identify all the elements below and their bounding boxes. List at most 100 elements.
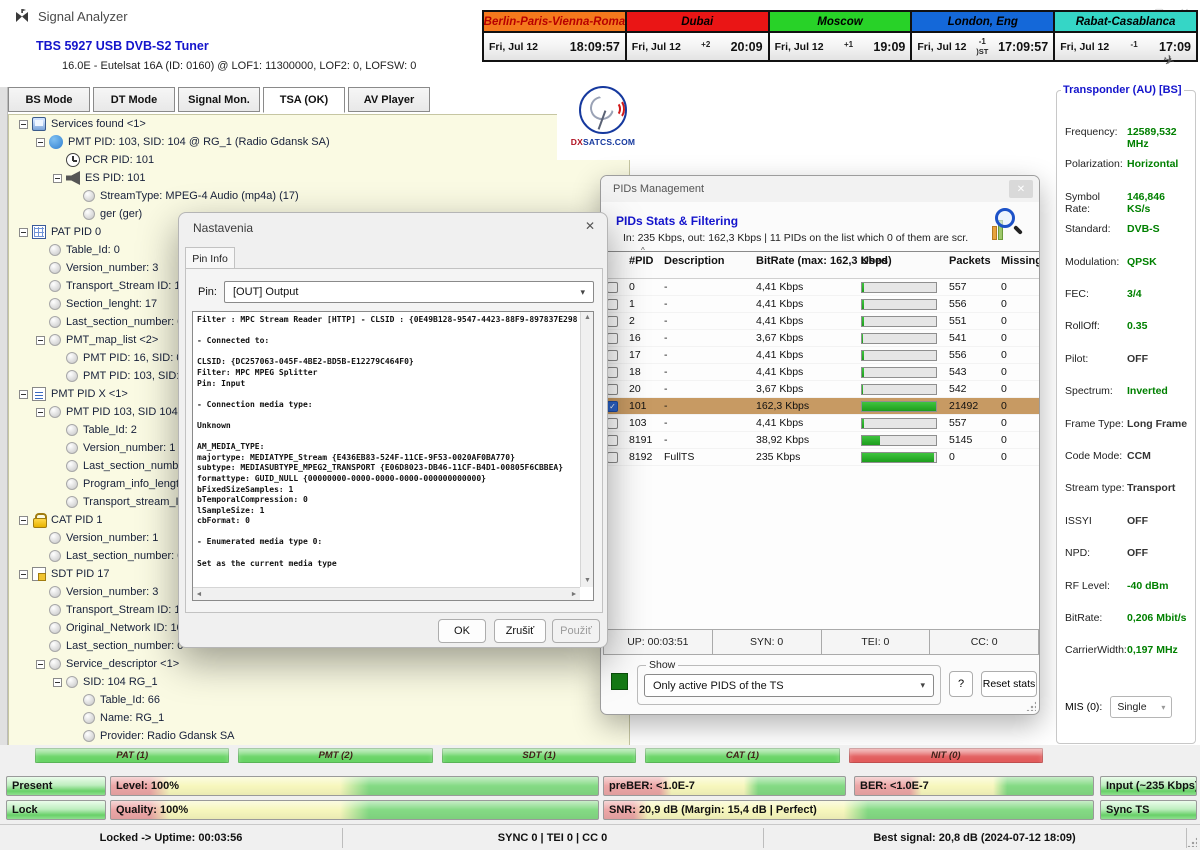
pid-checkbox[interactable]	[607, 350, 618, 361]
pid-row[interactable]: 103-4,41 Kbps5570	[601, 415, 1040, 432]
tab-bs-mode[interactable]: BS Mode	[8, 87, 90, 112]
pid-row[interactable]: 2-4,41 Kbps5510	[601, 313, 1040, 330]
tree-expander-icon[interactable]	[53, 174, 62, 183]
tree-expander-icon[interactable]	[53, 678, 62, 687]
pid-row[interactable]: 20-3,67 Kbps5420	[601, 381, 1040, 398]
tree-node-label: CAT PID 1	[51, 514, 103, 526]
column-header-used[interactable]: Used	[861, 253, 888, 270]
tuner-title: TBS 5927 USB DVB-S2 Tuner	[36, 39, 209, 53]
tree-expander-icon[interactable]	[19, 120, 28, 129]
apply-button[interactable]: Použiť	[552, 619, 600, 643]
pid-checkbox[interactable]	[607, 333, 618, 344]
tree-node[interactable]: Service_descriptor <1>	[9, 655, 629, 673]
pid-checkbox[interactable]	[607, 367, 618, 378]
column-header-description[interactable]: Description	[664, 253, 725, 270]
scroll-up-icon[interactable]: ▲	[581, 312, 594, 324]
window-resize-grip[interactable]	[1187, 837, 1197, 847]
chevron-down-icon: ▾	[920, 680, 925, 691]
vertical-scrollbar[interactable]: ▲ ▼	[580, 312, 593, 587]
chevron-down-icon: ▾	[580, 287, 585, 298]
tree-expander-icon[interactable]	[19, 516, 28, 525]
tree-node-label: Table_Id: 0	[66, 244, 120, 256]
pid-row[interactable]: ✓101-162,3 Kbps214920	[601, 398, 1040, 415]
cancel-button[interactable]: Zrušiť	[494, 619, 546, 643]
pid-row[interactable]: 16-3,67 Kbps5410	[601, 330, 1040, 347]
pids-window-titlebar[interactable]: PIDs Management ✕	[601, 176, 1039, 202]
tree-expander-icon[interactable]	[19, 390, 28, 399]
dot-icon	[49, 262, 61, 274]
tree-node[interactable]: Name: RG_1	[9, 709, 629, 727]
tree-node[interactable]: Table_Id: 66	[9, 691, 629, 709]
transponder-label: Frame Type:	[1065, 418, 1127, 430]
tree-expander-icon[interactable]	[36, 138, 45, 147]
column-header-packets[interactable]: Packets	[949, 253, 991, 270]
pin-select[interactable]: [OUT] Output▾	[224, 281, 594, 303]
signal-analyzer-window: Signal Analyzer ▢ ✕ TBS 5927 USB DVB-S2 …	[0, 0, 1200, 850]
clock-dubai: DubaiFri, Jul 12+220:09	[627, 12, 770, 60]
tree-node[interactable]: StreamType: MPEG-4 Audio (mp4a) (17)	[9, 187, 629, 205]
scroll-right-icon[interactable]: ►	[568, 588, 580, 601]
pid-row[interactable]: 0-4,41 Kbps5570	[601, 279, 1040, 296]
dialog-close-icon[interactable]: ✕	[585, 219, 595, 233]
tab-dt-mode[interactable]: DT Mode	[93, 87, 175, 112]
tree-scrollbar[interactable]	[0, 87, 8, 763]
transponder-row: Standard:DVB-S	[1065, 223, 1191, 235]
horizontal-scrollbar[interactable]: ◄ ►	[193, 587, 580, 600]
pid-checkbox[interactable]	[607, 452, 618, 463]
column-header-missing[interactable]: Missing	[1001, 253, 1040, 270]
reset-stats-button[interactable]: Reset stats	[981, 671, 1037, 697]
transponder-value: DVB-S	[1127, 223, 1160, 235]
pid-checkbox[interactable]	[607, 435, 618, 446]
transponder-row: Code Mode:CCM	[1065, 450, 1191, 462]
used-bar-fill	[862, 368, 864, 377]
column-header--pid[interactable]: #PID	[629, 253, 653, 270]
scroll-left-icon[interactable]: ◄	[193, 588, 205, 601]
pid-checkbox[interactable]	[607, 299, 618, 310]
tree-node-label: ger (ger)	[100, 208, 142, 220]
tree-node[interactable]: PCR PID: 101	[9, 151, 629, 169]
status-cell: CC: 0	[930, 630, 1038, 654]
tree-node[interactable]: ES PID: 101	[9, 169, 629, 187]
tree-node[interactable]: Provider: Radio Gdansk SA	[9, 727, 629, 745]
pid-checkbox[interactable]	[607, 316, 618, 327]
tree-expander-icon[interactable]	[19, 228, 28, 237]
used-bar	[861, 452, 937, 463]
table-presence-segments: PAT (1)PMT (2)SDT (1)CAT (1)NIT (0)	[35, 748, 1043, 763]
tree-expander-icon[interactable]	[36, 408, 45, 417]
dot-icon	[66, 478, 78, 490]
tab-signal-mon-[interactable]: Signal Mon.	[178, 87, 260, 112]
pid-checkbox[interactable]	[607, 418, 618, 429]
scroll-down-icon[interactable]: ▼	[581, 575, 594, 587]
pid-checkbox[interactable]	[607, 282, 618, 293]
tab-tsa-ok-[interactable]: TSA (OK)	[263, 87, 345, 113]
pid-checkbox[interactable]: ✓	[607, 401, 618, 412]
pid-row[interactable]: 8191-38,92 Kbps51450	[601, 432, 1040, 449]
page-icon	[32, 567, 46, 581]
ok-button[interactable]: OK	[438, 619, 486, 643]
pid-row[interactable]: 1-4,41 Kbps5560	[601, 296, 1040, 313]
help-button[interactable]: ?	[949, 671, 973, 697]
pid-search-icon[interactable]	[989, 208, 1023, 246]
tree-node-label: SDT PID 17	[51, 568, 110, 580]
transponder-label: Pilot:	[1065, 353, 1127, 365]
pid-row[interactable]: 17-4,41 Kbps5560	[601, 347, 1040, 364]
pids-window-resize-grip[interactable]	[1026, 701, 1036, 711]
tab-pin-info[interactable]: Pin Info	[185, 247, 235, 269]
tree-node[interactable]: Services found <1>	[9, 115, 629, 133]
pid-cell-packets: 21492	[949, 398, 978, 415]
tree-node[interactable]: PMT PID: 103, SID: 104 @ RG_1 (Radio Gda…	[9, 133, 629, 151]
clock-date: Fri, Jul 12	[489, 41, 538, 53]
tree-expander-icon[interactable]	[19, 570, 28, 579]
pids-window-close-icon[interactable]: ✕	[1009, 180, 1033, 198]
pid-row[interactable]: 18-4,41 Kbps5430	[601, 364, 1040, 381]
pid-cell-missing: 0	[1001, 330, 1007, 347]
pid-row[interactable]: 8192FullTS235 Kbps00	[601, 449, 1040, 466]
pid-checkbox[interactable]	[607, 384, 618, 395]
pid-cell-missing: 0	[1001, 449, 1007, 466]
mis-select[interactable]: Single▾	[1110, 696, 1172, 718]
tree-expander-icon[interactable]	[36, 336, 45, 345]
tree-expander-icon[interactable]	[36, 660, 45, 669]
tab-av-player[interactable]: AV Player	[348, 87, 430, 112]
show-filter-select[interactable]: Only active PIDS of the TS▾	[644, 674, 934, 697]
tree-node[interactable]: SID: 104 RG_1	[9, 673, 629, 691]
